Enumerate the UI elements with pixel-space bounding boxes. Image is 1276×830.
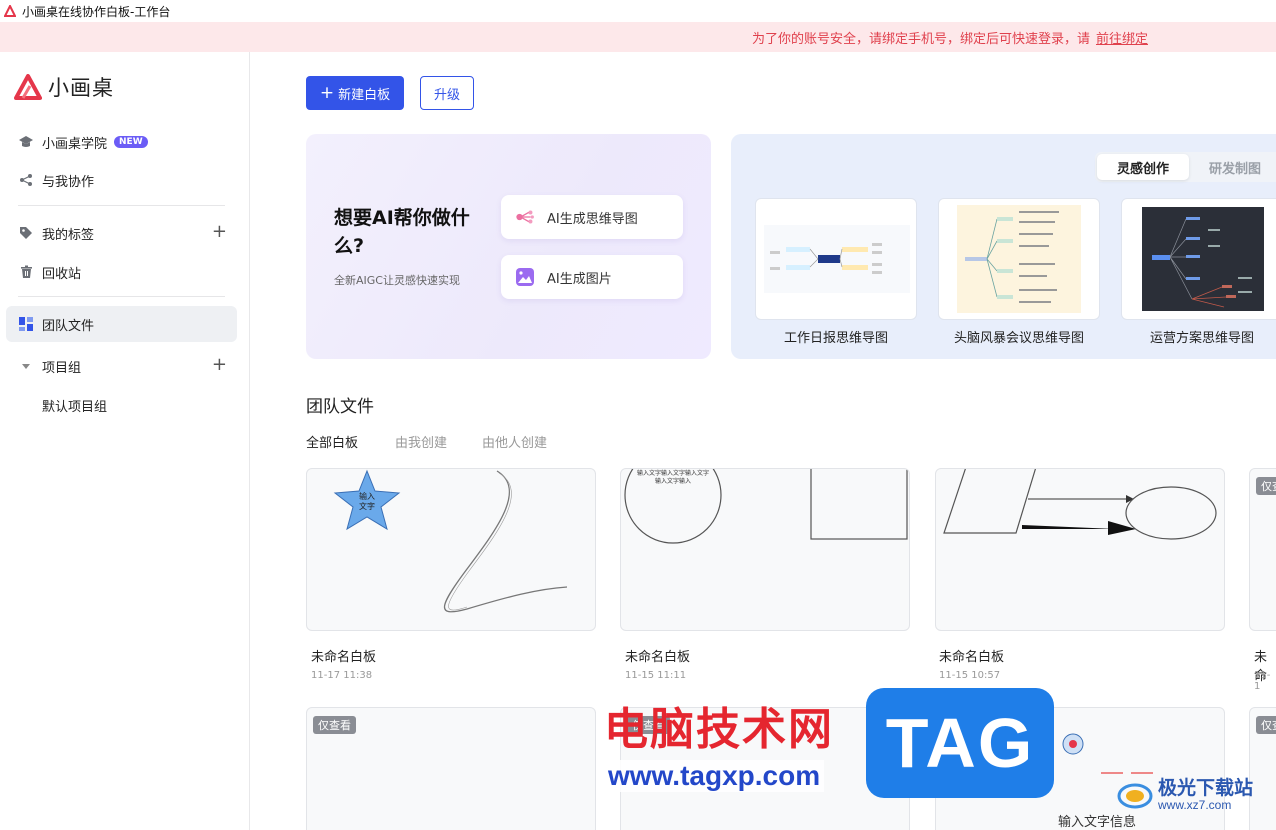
board-name: 未命名白板	[625, 650, 691, 665]
jiguang-logo-icon	[1117, 783, 1153, 809]
board-text: 输入文字信息	[1058, 814, 1136, 830]
sidebar-item-tags[interactable]: 我的标签 +	[6, 215, 237, 251]
section-title: 团队文件	[306, 397, 374, 417]
board-time: 11-15 11:11	[625, 670, 687, 681]
window-titlebar: 小画桌在线协作白板-工作台	[0, 0, 1276, 22]
bind-phone-link[interactable]: 前往绑定	[1096, 28, 1148, 47]
ai-image-button[interactable]: AI生成图片	[501, 255, 683, 299]
watermark-jiguang-cn: 极光下载站	[1158, 777, 1254, 799]
mindmap-icon	[515, 207, 535, 227]
watermark-tag-logo: TAG	[866, 688, 1054, 798]
ai-mindmap-button[interactable]: AI生成思维导图	[501, 195, 683, 239]
plus-icon: +	[319, 83, 335, 103]
security-banner: 为了你的账号安全，请绑定手机号，绑定后可快速登录，请 前往绑定	[0, 22, 1276, 52]
board-text: 输入文字输入文字输入文字	[637, 469, 709, 477]
graduation-cap-icon	[18, 134, 34, 150]
new-board-button[interactable]: + 新建白板	[306, 76, 404, 110]
ai-mindmap-label: AI生成思维导图	[547, 211, 638, 227]
template-label: 运营方案思维导图	[1149, 331, 1254, 346]
board-time: 11-15 10:57	[939, 670, 1001, 681]
brand[interactable]: 小画桌	[14, 72, 114, 102]
board-thumbnail: 输入 文字	[333, 469, 568, 613]
board-card[interactable]	[935, 468, 1225, 631]
board-card[interactable]: 仅查看	[1249, 707, 1276, 830]
board-thumbnail: 输入文字输入文字输入文字 输入文字输入	[624, 469, 908, 544]
tag-icon	[18, 225, 34, 241]
sidebar-item-label: 与我协作	[42, 174, 95, 190]
sidebar-divider	[18, 205, 225, 206]
trash-icon	[18, 264, 34, 280]
sidebar-item-label: 默认项目组	[42, 399, 108, 415]
add-project-group-icon[interactable]: +	[212, 356, 227, 374]
brand-logo-icon	[14, 74, 42, 100]
board-card[interactable]: 仅查看	[306, 707, 596, 830]
add-tag-icon[interactable]: +	[212, 223, 227, 241]
board-thumbnail	[943, 469, 1217, 540]
share-icon	[18, 172, 34, 188]
board-time: 11-17 11:38	[311, 670, 373, 681]
sidebar-item-label: 回收站	[42, 266, 82, 282]
sidebar-item-label: 项目组	[42, 360, 82, 376]
caret-down-icon	[18, 358, 34, 374]
brand-name: 小画桌	[48, 76, 114, 100]
board-text: 输入文字输入	[655, 477, 691, 485]
app-logo-icon	[4, 5, 16, 17]
board-name: 未命名白板	[939, 650, 1005, 665]
filter-created-by-others[interactable]: 由他人创建	[482, 432, 547, 451]
template-card[interactable]	[755, 198, 917, 320]
template-thumbnail	[957, 205, 1081, 313]
sidebar-item-collab[interactable]: 与我协作	[6, 162, 237, 198]
banner-text: 为了你的账号安全，请绑定手机号，绑定后可快速登录，请	[751, 31, 1090, 47]
template-thumbnail	[1142, 207, 1264, 311]
filter-all-boards[interactable]: 全部白板	[306, 432, 358, 451]
template-panel: 灵感创作 研发制图 工作日报思维导图 头脑风暴会议思维导图 运营方案思维导图	[731, 134, 1276, 359]
tab-rd-diagram[interactable]: 研发制图	[1189, 154, 1276, 180]
upgrade-button[interactable]: 升级	[420, 76, 474, 110]
sidebar-item-label: 我的标签	[42, 227, 95, 243]
watermark-url: www.tagxp.com	[604, 760, 825, 792]
board-name: 未命名白板	[311, 650, 377, 665]
template-label: 头脑风暴会议思维导图	[953, 331, 1084, 346]
sidebar-item-academy[interactable]: 小画桌学院 NEW	[6, 124, 237, 160]
template-thumbnail	[764, 225, 910, 293]
sidebar-item-label: 团队文件	[42, 318, 95, 334]
dashboard-icon	[18, 316, 34, 332]
ai-panel-subtitle: 全新AIGC让灵感快速实现	[334, 274, 460, 287]
template-tabs: 灵感创作 研发制图	[1095, 152, 1276, 182]
watermark-cn: 电脑技术网	[604, 704, 834, 755]
ai-image-label: AI生成图片	[547, 271, 612, 287]
readonly-badge: 仅查看	[1256, 477, 1276, 495]
board-card[interactable]: 仅查看	[1249, 468, 1276, 631]
template-card[interactable]	[1121, 198, 1276, 320]
ai-panel: 想要AI帮你做什么? 全新AIGC让灵感快速实现 AI生成思维导图 AI生成图片	[306, 134, 711, 359]
new-board-label: 新建白板	[338, 87, 391, 103]
board-card[interactable]: 输入 文字	[306, 468, 596, 631]
board-time: 11-1	[1254, 670, 1271, 692]
sidebar-item-default-group[interactable]: 默认项目组	[6, 387, 237, 423]
watermark-jiguang-url: www.xz7.com	[1158, 798, 1232, 812]
readonly-badge: 仅查看	[1256, 716, 1276, 734]
tab-inspiration[interactable]: 灵感创作	[1097, 154, 1190, 180]
board-card[interactable]: 输入文字输入文字输入文字 输入文字输入	[620, 468, 910, 631]
filter-created-by-me[interactable]: 由我创建	[395, 432, 447, 451]
template-card[interactable]	[938, 198, 1100, 320]
image-icon	[515, 267, 535, 287]
sidebar: 小画桌 小画桌学院 NEW 与我协作 我的标签 + 回收站 团队文件 项目组 +…	[0, 52, 250, 830]
sidebar-item-trash[interactable]: 回收站	[6, 254, 237, 290]
sidebar-item-label: 小画桌学院	[42, 136, 108, 152]
board-text: 文字	[359, 501, 375, 511]
sidebar-divider	[18, 296, 225, 297]
new-badge: NEW	[114, 136, 148, 148]
ai-panel-title: 想要AI帮你做什么?	[334, 207, 470, 257]
sidebar-item-project-group[interactable]: 项目组 +	[6, 348, 237, 384]
readonly-badge: 仅查看	[313, 716, 356, 734]
window-title: 小画桌在线协作白板-工作台	[22, 4, 171, 19]
watermark-jiguang: 极光下载站 www.xz7.com	[1116, 778, 1253, 812]
sidebar-item-team-files[interactable]: 团队文件	[6, 306, 237, 342]
board-text: 输入	[359, 491, 375, 501]
template-label: 工作日报思维导图	[783, 331, 888, 346]
